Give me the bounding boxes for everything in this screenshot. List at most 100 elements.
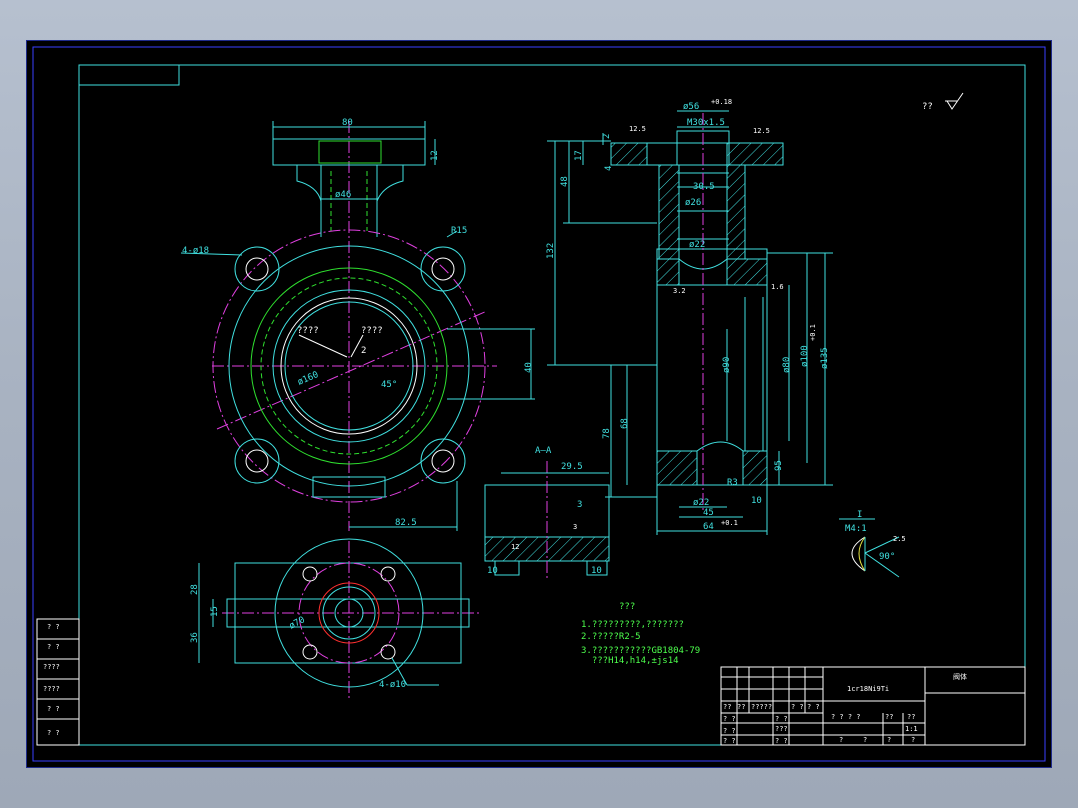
front-dim: R15 xyxy=(451,226,467,236)
side-view: ø56 +0.18 M30x1.5 132 48 17 2 4 78 68 30… xyxy=(546,98,833,535)
left-strip-row: ? ? xyxy=(47,623,60,631)
side-dim: 132 xyxy=(546,243,556,259)
title-cell: ? xyxy=(887,736,891,744)
section-title: A—A xyxy=(535,446,552,456)
side-rough: 1.6 xyxy=(771,283,784,291)
title-cell: ? xyxy=(863,736,867,744)
left-strip-row: ? ? xyxy=(47,705,60,713)
bottom-dim: 4-ø10 xyxy=(379,680,406,690)
front-dim: 45° xyxy=(381,380,397,390)
side-rough: 12.5 xyxy=(629,125,646,133)
title-cell: ?? xyxy=(737,703,745,711)
side-dim: 17 xyxy=(574,150,584,161)
side-tol: +0.1 xyxy=(809,324,817,341)
title-cell: ? ? xyxy=(723,737,736,745)
side-dim: 48 xyxy=(560,176,570,187)
sheet-inner-border xyxy=(78,64,1026,746)
side-dim: ø100 xyxy=(800,345,810,367)
side-dim: 4 xyxy=(604,166,614,171)
detail-dim: 2.5 xyxy=(893,535,906,543)
front-dim: 80 xyxy=(342,118,353,128)
bottom-dim: 15 xyxy=(210,606,220,617)
side-dim: 64 xyxy=(703,522,714,532)
section-a-a: A—A 29.5 3 10 10 12 3 xyxy=(484,446,610,581)
notes-line: 3.???????????GB1804-79 xyxy=(581,646,700,656)
section-dim: 29.5 xyxy=(561,462,583,472)
cad-drawing-canvas: ? ? ? ? ???? ???? ? ? ? ? ?? 80 12 ø46 R… xyxy=(32,46,1046,762)
left-strip-row: ? ? xyxy=(47,643,60,651)
title-scale: 1:1 xyxy=(905,725,918,733)
notes-line: ???H14,h14,±js14 xyxy=(581,656,679,666)
side-dim: 68 xyxy=(620,418,630,429)
title-cell: ?? xyxy=(723,703,731,711)
front-dim: 4-ø18 xyxy=(182,246,209,256)
title-cell: ? xyxy=(911,736,915,744)
side-dim: 45 xyxy=(703,508,714,518)
side-tol: +0.18 xyxy=(711,98,732,106)
side-dim: ø22 xyxy=(689,240,705,250)
side-dim: 30.5 xyxy=(693,182,715,192)
left-strip-row: ???? xyxy=(43,685,60,693)
sheet-outer-border xyxy=(32,46,1046,762)
title-cell: ? xyxy=(839,736,843,744)
section-dim: 10 xyxy=(487,566,498,576)
side-dim: ø90 xyxy=(722,357,732,373)
bottom-dim: 36 xyxy=(190,632,200,643)
side-dim: M30x1.5 xyxy=(687,118,725,128)
side-dim: ø80 xyxy=(782,357,792,373)
side-dim: 10 xyxy=(751,496,762,506)
title-block: 1cr18Ni9Ti 阀体 ?? ?? ????? ? ? ? ? ? ? ? … xyxy=(720,666,1026,746)
detail-dim: 90° xyxy=(879,552,895,562)
surface-symbol xyxy=(945,92,964,110)
bottom-dim: ø70 xyxy=(288,615,307,631)
left-strip-row: ? ? xyxy=(47,729,60,737)
side-dim: R3 xyxy=(727,478,738,488)
front-label: ???? xyxy=(297,326,319,336)
side-dim: ø56 xyxy=(683,102,699,112)
surface-note: ?? xyxy=(922,102,933,112)
title-cell: ? ? xyxy=(791,703,804,711)
side-dim: 95 xyxy=(774,460,784,471)
bottom-view: 28 15 36 ø70 4-ø10 xyxy=(190,538,482,701)
title-cell: ? ? xyxy=(775,715,788,723)
front-dim: 82.5 xyxy=(395,518,417,528)
section-dim: 3 xyxy=(577,500,582,510)
front-dim: ø46 xyxy=(335,190,351,200)
detail-scale: M4:1 xyxy=(845,524,867,534)
title-cell: ?? xyxy=(885,713,893,721)
bottom-dim: 28 xyxy=(190,584,200,595)
title-cell: ? ? ? ? xyxy=(831,713,861,721)
left-strip-row: ???? xyxy=(43,663,60,671)
section-dim: 10 xyxy=(591,566,602,576)
front-dim: 2 xyxy=(361,346,366,356)
front-view: 80 12 ø46 R15 4-ø18 ø160 45° 2 ???? ????… xyxy=(180,118,535,531)
side-dim: ø22 xyxy=(693,498,709,508)
section-dim: 3 xyxy=(573,523,577,531)
side-rough: 3.2 xyxy=(673,287,686,295)
side-dim: ø135 xyxy=(820,347,830,369)
drawing-sheet: ? ? ? ? ???? ???? ? ? ? ? ?? 80 12 ø46 R… xyxy=(26,40,1052,768)
side-rough: 12.5 xyxy=(753,127,770,135)
title-part-name: 阀体 xyxy=(953,672,967,681)
title-cell: ? ? xyxy=(723,727,736,735)
side-tol: +0.1 xyxy=(721,519,738,527)
front-dim: 40 xyxy=(524,362,534,373)
technical-notes: ??? 1.?????????,??????? 2.?????R2-5 3.??… xyxy=(581,602,700,666)
title-cell: ????? xyxy=(751,703,772,711)
side-dim: 78 xyxy=(602,428,612,439)
front-label: ???? xyxy=(361,326,383,336)
title-cell: ? ? xyxy=(807,703,820,711)
section-dim: 12 xyxy=(511,543,519,551)
detail-view: I M4:1 90° 2.5 xyxy=(839,510,906,578)
side-dim: 2 xyxy=(602,134,612,139)
side-dim: ø26 xyxy=(685,198,701,208)
front-dim: 12 xyxy=(430,150,440,161)
title-cell: ? ? xyxy=(775,737,788,745)
title-cell: ?? xyxy=(907,713,915,721)
notes-line: 1.?????????,??????? xyxy=(581,620,684,630)
notes-heading: ??? xyxy=(619,602,635,612)
title-material: 1cr18Ni9Ti xyxy=(847,685,889,693)
left-strip: ? ? ? ? ???? ???? ? ? ? ? xyxy=(36,618,80,746)
title-cell: ??? xyxy=(775,725,788,733)
title-cell: ? ? xyxy=(723,715,736,723)
